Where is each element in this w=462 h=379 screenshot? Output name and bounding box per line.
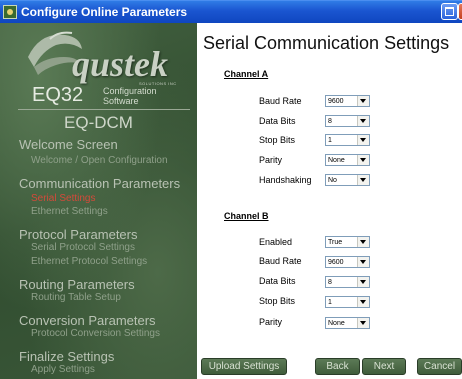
channel-b-parity-label: Parity	[259, 317, 283, 327]
company-logo: qustek	[72, 44, 169, 84]
channel-a-handshaking-value: No	[328, 177, 337, 184]
nav-group-routing[interactable]: Routing Parameters	[19, 277, 135, 292]
maximize-icon[interactable]	[441, 3, 458, 20]
channel-b-parity-select[interactable]: None	[325, 317, 370, 329]
channel-b-enabled-select[interactable]: True	[325, 236, 370, 248]
cancel-button[interactable]: Cancel	[417, 358, 462, 375]
nav-group-protocol[interactable]: Protocol Parameters	[19, 227, 138, 242]
chevron-down-icon[interactable]	[357, 96, 369, 106]
channel-b-databits-value: 8	[328, 279, 332, 286]
close-icon[interactable]	[458, 3, 462, 20]
nav-group-communication[interactable]: Communication Parameters	[19, 176, 180, 191]
nav-group-finalize[interactable]: Finalize Settings	[19, 349, 114, 364]
nav-item-serial-protocol[interactable]: Serial Protocol Settings	[31, 242, 135, 253]
product-line: EQ32	[32, 84, 84, 106]
window-title: Configure Online Parameters	[21, 5, 188, 19]
chevron-down-icon[interactable]	[357, 135, 369, 145]
chevron-down-icon[interactable]	[357, 257, 369, 267]
product-line-desc-2: Software	[103, 96, 139, 106]
nav-group-conversion[interactable]: Conversion Parameters	[19, 313, 156, 328]
channel-b-enabled-label: Enabled	[259, 237, 293, 247]
channel-b-stopbits-select[interactable]: 1	[325, 296, 370, 308]
channel-b-enabled-value: True	[328, 239, 343, 246]
channel-a-parity-select[interactable]: None	[325, 154, 370, 166]
channel-b-stopbits-value: 1	[328, 299, 332, 306]
channel-a-databits-label: Data Bits	[259, 116, 296, 126]
chevron-down-icon[interactable]	[357, 237, 369, 247]
chevron-down-icon[interactable]	[357, 175, 369, 185]
channel-a-databits-select[interactable]: 8	[325, 115, 370, 127]
divider	[18, 109, 190, 110]
sidebar: qustek SOLUTIONS INC EQ32 Configuration …	[0, 23, 197, 379]
channel-b-baud-select[interactable]: 9600	[325, 256, 370, 268]
nav-item-ethernet-protocol[interactable]: Ethernet Protocol Settings	[31, 256, 147, 267]
nav-group-welcome[interactable]: Welcome Screen	[19, 137, 118, 152]
channel-b-parity-value: None	[328, 320, 345, 327]
product-line-desc: Configuration Software	[103, 86, 157, 106]
channel-b-databits-select[interactable]: 8	[325, 276, 370, 288]
nav-item-apply-settings[interactable]: Apply Settings	[31, 364, 95, 375]
nav-item-protocol-conversion[interactable]: Protocol Conversion Settings	[31, 328, 160, 339]
channel-a-handshaking-select[interactable]: No	[325, 174, 370, 186]
title-bar: Configure Online Parameters	[0, 0, 462, 23]
nav-item-ethernet-settings[interactable]: Ethernet Settings	[31, 206, 108, 217]
channel-a-stopbits-select[interactable]: 1	[325, 134, 370, 146]
channel-b-databits-label: Data Bits	[259, 276, 296, 286]
channel-b-heading: Channel B	[224, 211, 269, 221]
channel-a-handshaking-label: Handshaking	[259, 175, 312, 185]
nav-item-welcome-open[interactable]: Welcome / Open Configuration	[31, 155, 168, 166]
channel-a-baud-value: 9600	[328, 98, 344, 105]
nav-item-serial-settings[interactable]: Serial Settings	[31, 193, 95, 204]
chevron-down-icon[interactable]	[357, 116, 369, 126]
nav-item-routing-table[interactable]: Routing Table Setup	[31, 292, 121, 303]
chevron-down-icon[interactable]	[357, 155, 369, 165]
chevron-down-icon[interactable]	[357, 297, 369, 307]
product-line-desc-1: Configuration	[103, 86, 157, 96]
channel-b-baud-value: 9600	[328, 259, 344, 266]
channel-b-baud-label: Baud Rate	[259, 256, 302, 266]
channel-a-parity-label: Parity	[259, 155, 283, 165]
channel-a-baud-label: Baud Rate	[259, 96, 302, 106]
channel-a-heading: Channel A	[224, 69, 269, 79]
next-button[interactable]: Next	[362, 358, 406, 375]
upload-settings-button[interactable]: Upload Settings	[201, 358, 287, 375]
channel-a-stopbits-value: 1	[328, 137, 332, 144]
channel-a-parity-value: None	[328, 157, 345, 164]
channel-a-databits-value: 8	[328, 118, 332, 125]
chevron-down-icon[interactable]	[357, 318, 369, 328]
channel-b-stopbits-label: Stop Bits	[259, 296, 296, 306]
back-button[interactable]: Back	[315, 358, 360, 375]
chevron-down-icon[interactable]	[357, 277, 369, 287]
product-name: EQ-DCM	[64, 113, 133, 132]
app-logo-icon	[3, 5, 17, 19]
channel-a-stopbits-label: Stop Bits	[259, 135, 296, 145]
page-title: Serial Communication Settings	[203, 33, 450, 53]
channel-a-baud-select[interactable]: 9600	[325, 95, 370, 107]
